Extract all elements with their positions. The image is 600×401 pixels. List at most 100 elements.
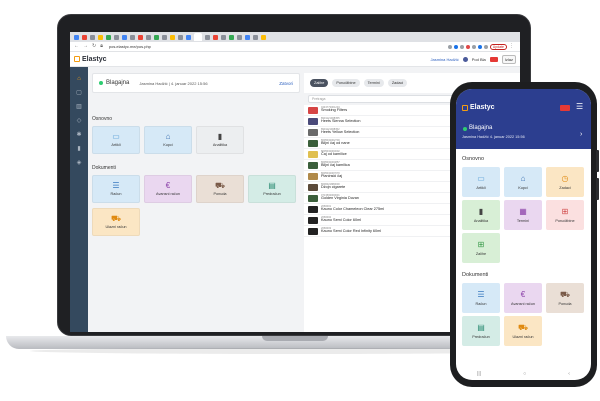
tab-icon[interactable] [90,34,95,40]
tile-kupci[interactable]: ⌂ Kupci [504,167,542,197]
update-button[interactable]: Update [489,43,507,50]
layers-icon[interactable]: ◈ [75,160,83,166]
building-icon[interactable]: ▥ [75,104,83,110]
tab-icon[interactable] [146,34,151,40]
tab-icon[interactable] [237,34,242,40]
tile-ponuda[interactable]: ⛟ Ponuda [196,175,244,203]
tab-active[interactable] [194,33,202,41]
forward-icon[interactable]: → [83,44,88,49]
tile-artikli[interactable]: ▭ Artikli [462,167,500,197]
product-name: Heets Yellow Selection [321,130,360,135]
tile-predracun[interactable]: ▤ Predračun [248,175,296,203]
tab-icon[interactable] [154,34,159,40]
tile-avansni-racun[interactable]: € Avansni račun [144,175,192,203]
tile-kupci[interactable]: ⌂ Kupci [144,126,192,154]
filter-zalihe[interactable]: Zalihe [310,79,329,87]
logout-button[interactable]: Izlaz [501,54,516,64]
tab-icon[interactable] [162,34,167,40]
basket-icon: ⛟ [517,322,529,332]
tab-icon[interactable] [114,34,119,40]
tab-icon[interactable] [245,34,250,40]
chevron-right-icon[interactable]: › [580,131,582,138]
tile-label: Zadaci [559,185,571,190]
reload-icon[interactable]: ↻ [92,44,96,49]
sidebar: ⌂ ▢ ▥ ◇ ✱ ▮ ◈ [70,67,88,332]
tab-icon[interactable] [74,34,79,40]
logo[interactable]: Elastyc [470,104,495,111]
tile-ulazni-racun[interactable]: ⛟ Ulazni račun [504,316,542,346]
browser-toolbar: ← → ↻ 🔒︎ pos.elastyc.me/pos.php Update ⋮ [70,42,520,52]
product-name: Biljni čaj od nane [321,141,350,146]
recents-icon[interactable]: ||| [477,371,481,377]
section-documents: Dokumenti [92,165,116,171]
tab-icon[interactable] [82,34,87,40]
tile-zadaci[interactable]: ◷ Zadaci [546,167,584,197]
extension-icon[interactable] [459,44,464,49]
tile-termini[interactable]: ▦ Termini [504,200,542,230]
product-thumbnail [308,194,318,202]
gear-icon[interactable]: ✱ [75,132,83,138]
browser-tab-strip [70,32,520,42]
session-info: Jasmina Hadžić | 4. januar 2022 15:56 [139,80,208,86]
extension-icon[interactable] [465,44,470,49]
section-basic: Osnovno [462,156,485,162]
filter-termini[interactable]: Termini [363,79,384,87]
tab-icon[interactable] [253,34,258,40]
tab-icon[interactable] [98,34,103,40]
tile-analitika[interactable]: ▮ Analitika [462,200,500,230]
back-icon[interactable]: ← [74,44,79,49]
tab-icon[interactable] [138,34,143,40]
extension-icon[interactable] [453,44,458,49]
more-icon[interactable]: ⋮ [509,44,514,49]
clock-icon: ◷ [561,173,569,183]
branch-name[interactable]: Pod Bla [472,57,486,62]
tab-icon[interactable] [178,34,183,40]
bar-chart-icon[interactable]: ▮ [75,146,83,152]
home-icon[interactable]: ○ [523,371,526,377]
tile-porudzbine[interactable]: ⊞ Porudžbine [546,200,584,230]
android-nav-bar: ||| ○ ‹ [456,368,591,380]
tab-icon[interactable] [261,34,266,40]
tile-racun[interactable]: ☰ Račun [462,283,500,313]
tile-racun[interactable]: ☰ Račun [92,175,140,203]
tab-icon[interactable] [106,34,111,40]
filter-zadaci[interactable]: Zadaci [387,79,408,87]
receipt-icon: ☰ [477,289,485,299]
tab-icon[interactable] [186,34,191,40]
tile-label: Ulazni račun [105,225,127,229]
user-name[interactable]: Jasmina Hadžić [431,57,459,62]
address-bar[interactable]: pos.elastyc.me/pos.php [109,44,151,49]
profile-icon[interactable] [483,44,488,49]
tile-label: Termini [516,218,530,223]
language-flag-icon[interactable] [560,105,570,111]
tile-label: Analitika [473,218,489,223]
menu-icon[interactable]: ☰ [576,103,583,111]
bar-chart-icon: ▮ [217,132,223,141]
tab-icon[interactable] [221,34,226,40]
close-register-button[interactable]: Zatvori [279,81,293,86]
tile-zalihe[interactable]: ⊞ Zalihe [462,233,500,263]
logo[interactable]: Elastyc [82,56,107,63]
tab-icon[interactable] [130,34,135,40]
product-thumbnail [308,150,318,158]
tab-icon[interactable] [205,34,210,40]
back-icon[interactable]: ‹ [568,371,570,377]
tab-icon[interactable] [229,34,234,40]
tile-analitika[interactable]: ▮ Analitika [196,126,244,154]
language-flag-icon[interactable] [489,56,498,62]
tile-ponuda[interactable]: ⛟ Ponuda [546,283,584,313]
tab-icon[interactable] [213,34,218,40]
tab-icon[interactable] [122,34,127,40]
box-icon[interactable]: ▢ [75,90,83,96]
extension-icon[interactable] [447,44,452,49]
tile-artikli[interactable]: ▭ Artikli [92,126,140,154]
home-icon[interactable]: ⌂ [75,76,83,82]
tile-ulazni-racun[interactable]: ⛟ Ulazni račun [92,208,140,236]
tab-icon[interactable] [170,34,175,40]
filter-porudzbine[interactable]: Porudžbine [332,79,360,87]
extension-icon[interactable] [471,44,476,49]
tile-predracun[interactable]: ▤ Predračun [462,316,500,346]
tag-icon[interactable]: ◇ [75,118,83,124]
tile-avansni-racun[interactable]: € Avansni račun [504,283,542,313]
extension-icon[interactable] [477,44,482,49]
